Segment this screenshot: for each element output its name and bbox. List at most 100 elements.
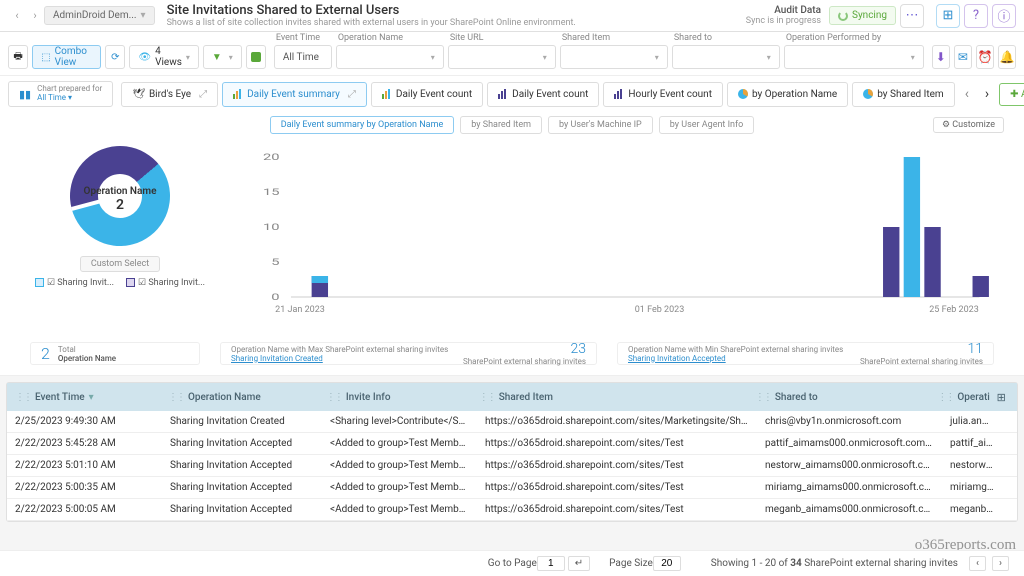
col-invite-info[interactable]: ⋮⋮Invite Info <box>318 392 471 403</box>
pagesize-label: Page Size <box>609 558 653 569</box>
page-go-button[interactable]: ↵ <box>568 556 590 571</box>
donut-center-label: Operation Name2 <box>70 186 170 213</box>
shared-to-select[interactable]: ▾ <box>672 45 780 69</box>
nav-back-icon[interactable]: ‹ <box>8 9 26 22</box>
chart-area: Operation Name2 Custom Select ☑ Sharing … <box>0 138 1024 338</box>
donut-legend: ☑ Sharing Invit... ☑ Sharing Invit... <box>35 278 205 288</box>
cell: <Sharing level>Contribute</Sharin... <box>322 416 477 427</box>
cell: meganb_aim <box>942 504 1002 515</box>
operation-name-select[interactable]: ▾ <box>336 45 444 69</box>
legend-item[interactable]: ☑ Sharing Invit... <box>126 278 205 288</box>
legend-item[interactable]: ☑ Sharing Invit... <box>35 278 114 288</box>
subtab-by-shared-item[interactable]: by Shared Item <box>460 116 542 134</box>
customize-button[interactable]: ⚙ Customize <box>933 117 1004 133</box>
info-icon[interactable]: ⓘ <box>992 4 1016 28</box>
cell: <Added to group>Test Members</... <box>322 438 477 449</box>
views-select[interactable]: 👁4 Views▾ <box>129 45 199 69</box>
table-row[interactable]: 2/22/2023 5:00:35 AMSharing Invitation A… <box>7 477 1017 499</box>
audit-status: Audit Data Sync is in progress <box>746 5 821 26</box>
more-icon[interactable]: ⋯ <box>900 4 924 28</box>
tab-birds-eye[interactable]: 🕊Bird's Eye⤢ <box>121 82 218 107</box>
cell: pattif_aimams000.onmicrosoft.com#ext#... <box>757 438 942 449</box>
tab-next-icon[interactable]: › <box>979 86 995 102</box>
cell: 2/22/2023 5:01:10 AM <box>7 460 162 471</box>
chart-prep-box[interactable]: ▮▮ Chart prepared forAll Time ▾ <box>8 81 113 107</box>
column-chooser-icon[interactable]: ⊞ <box>989 385 1013 409</box>
subtab-by-agent[interactable]: by User Agent Info <box>659 116 755 134</box>
tab-daily-summary[interactable]: Daily Event summary⤢ <box>222 82 367 107</box>
custom-select-button[interactable]: Custom Select <box>80 256 160 272</box>
col-shared-item[interactable]: ⋮⋮Shared Item <box>471 392 747 403</box>
table-row[interactable]: 2/22/2023 5:45:28 AMSharing Invitation A… <box>7 433 1017 455</box>
download-icon[interactable]: ⬇ <box>932 45 950 69</box>
col-operation-by[interactable]: ⋮⋮Operati <box>929 392 989 403</box>
bird-icon: 🕊 <box>132 89 145 100</box>
cell: Sharing Invitation Accepted <box>162 460 322 471</box>
sub-tab-bar: Daily Event summary by Operation Name by… <box>0 112 1024 138</box>
tab-prev-icon[interactable]: ‹ <box>959 86 975 102</box>
filter-add-button[interactable] <box>246 45 266 69</box>
shared-item-select[interactable]: ▾ <box>560 45 668 69</box>
svg-text:20: 20 <box>263 152 280 162</box>
tab-daily-count-2[interactable]: Daily Event count <box>487 82 599 107</box>
event-time-select[interactable]: All Time <box>274 45 332 69</box>
stats-bar: 2 TotalOperation Name Operation Name wit… <box>0 338 1024 376</box>
add-chart-button[interactable]: ✚ Add Chart <box>999 83 1024 106</box>
subtab-by-operation-name[interactable]: Daily Event summary by Operation Name <box>270 116 455 134</box>
cell: 2/22/2023 5:00:35 AM <box>7 482 162 493</box>
bar-chart-icon: ▮▮ <box>19 88 31 101</box>
cell: Sharing Invitation Accepted <box>162 438 322 449</box>
max-link[interactable]: Sharing Invitation Created <box>231 354 323 363</box>
cell: <Added to group>Test Members</... <box>322 504 477 515</box>
bell-icon[interactable]: 🔔 <box>998 45 1016 69</box>
tab-daily-count-1[interactable]: Daily Event count <box>371 82 483 107</box>
bar-chart[interactable]: 05101520 21 Jan 2023 01 Feb 2023 25 Feb … <box>220 142 1004 334</box>
page-next-button[interactable]: › <box>992 556 1009 571</box>
tab-by-operation[interactable]: by Operation Name <box>727 82 848 107</box>
page-prev-button[interactable]: ‹ <box>969 556 986 571</box>
cell: https://o365droid.sharepoint.com/sites/T… <box>477 482 757 493</box>
table-row[interactable]: 2/22/2023 5:01:10 AMSharing Invitation A… <box>7 455 1017 477</box>
svg-text:10: 10 <box>263 222 280 232</box>
search-icon[interactable]: ⊞ <box>936 4 960 28</box>
table-row[interactable]: 2/25/2023 9:49:30 AMSharing Invitation C… <box>7 411 1017 433</box>
chart-tab-bar: ▮▮ Chart prepared forAll Time ▾ 🕊Bird's … <box>0 76 1024 112</box>
col-event-time[interactable]: ⋮⋮Event Time▾ <box>7 392 160 403</box>
refresh-button[interactable]: ⟳ <box>105 45 125 69</box>
help-icon[interactable]: ? <box>964 4 988 28</box>
stat-min: Operation Name with Min SharePoint exter… <box>617 342 994 365</box>
col-shared-to[interactable]: ⋮⋮Shared to <box>747 392 930 403</box>
pagesize-input[interactable] <box>653 556 681 571</box>
min-link[interactable]: Sharing Invitation Accepted <box>628 354 726 363</box>
sync-badge[interactable]: Syncing <box>829 6 896 25</box>
filter-button[interactable]: ▼▾ <box>203 45 242 69</box>
print-button[interactable]: 🖶 <box>8 45 28 69</box>
data-grid: ⋮⋮Event Time▾ ⋮⋮Operation Name ⋮⋮Invite … <box>6 382 1018 522</box>
alarm-icon[interactable]: ⏰ <box>976 45 994 69</box>
tab-hourly-count[interactable]: Hourly Event count <box>603 82 723 107</box>
mail-icon[interactable]: ✉ <box>954 45 972 69</box>
cell: 2/25/2023 9:49:30 AM <box>7 416 162 427</box>
nav-fwd-icon[interactable]: › <box>26 9 44 22</box>
filter-toolbar: 🖶 ⬚Combo View ⟳ 👁4 Views▾ ▼▾ Event Time … <box>0 32 1024 76</box>
app-header: ‹ › AdminDroid Dem...▾ Site Invitations … <box>0 0 1024 32</box>
table-row[interactable]: 2/22/2023 5:00:05 AMSharing Invitation A… <box>7 499 1017 521</box>
page-input[interactable] <box>537 556 565 571</box>
cell: miriamg_aim <box>942 482 1002 493</box>
cell: Sharing Invitation Accepted <box>162 482 322 493</box>
x-axis-labels: 21 Jan 2023 01 Feb 2023 25 Feb 2023 <box>250 305 1004 315</box>
filter-label: Operation Name <box>336 33 444 43</box>
breadcrumb[interactable]: AdminDroid Dem...▾ <box>44 6 155 25</box>
combo-view-button[interactable]: ⬚Combo View <box>32 45 101 69</box>
tab-by-shared-item[interactable]: by Shared Item <box>852 82 954 107</box>
col-operation-name[interactable]: ⋮⋮Operation Name <box>160 392 318 403</box>
event-time-label: Event Time <box>274 33 332 43</box>
cell: pattif_aimam <box>942 438 1002 449</box>
subtab-by-ip[interactable]: by User's Machine IP <box>548 116 653 134</box>
cell: chris@vby1n.onmicrosoft.com <box>757 416 942 427</box>
site-url-select[interactable]: ▾ <box>448 45 556 69</box>
cell: julia.anderso <box>942 416 1002 427</box>
performed-by-select[interactable]: ▾ <box>784 45 924 69</box>
cell: 2/22/2023 5:00:05 AM <box>7 504 162 515</box>
filter-label: Shared to <box>672 33 780 43</box>
